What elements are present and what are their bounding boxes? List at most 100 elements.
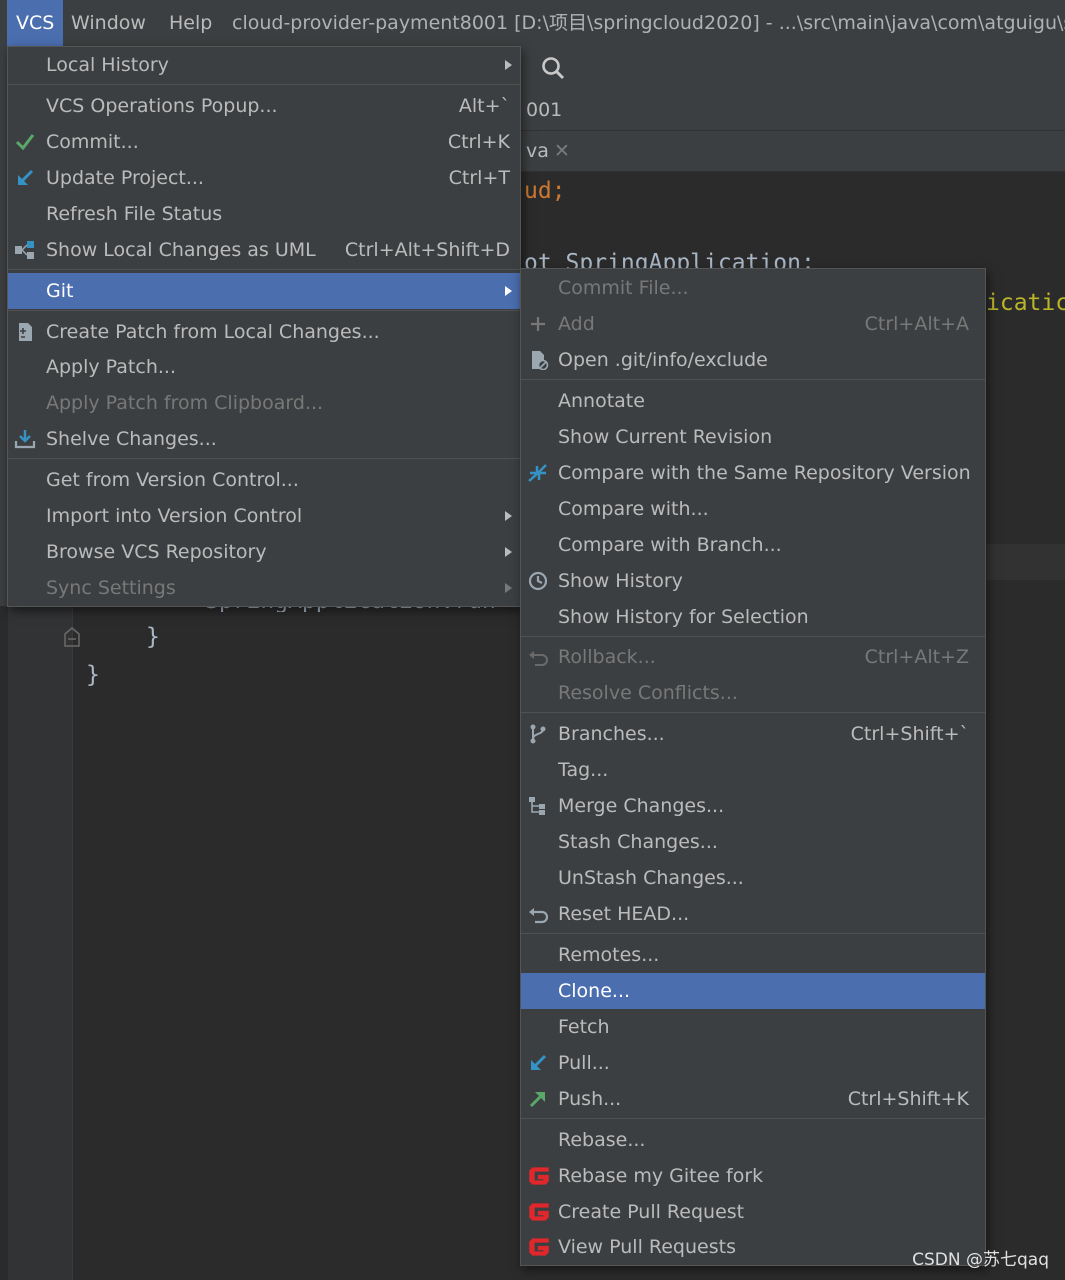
submenu-arrow-icon xyxy=(505,583,512,593)
submenu-arrow-icon xyxy=(505,547,512,557)
menu-item-show-history[interactable]: Show History xyxy=(521,563,985,599)
submenu-arrow-icon xyxy=(505,511,512,521)
branch-icon xyxy=(530,724,546,744)
merge-icon xyxy=(529,797,545,815)
menu-item-label: Import into Version Control xyxy=(46,505,303,527)
menu-item-label: Create Pull Request xyxy=(558,1201,745,1223)
menu-item-label: Add xyxy=(558,313,595,335)
menu-item-label: Show History xyxy=(558,570,683,592)
menu-item-fetch[interactable]: Fetch xyxy=(521,1009,985,1045)
menu-item-label: Merge Changes... xyxy=(558,795,725,817)
code-text: ot SpringApplication; xyxy=(524,250,815,268)
breadcrumb: 001 xyxy=(520,90,1065,131)
menu-item-reset-head[interactable]: Reset HEAD... xyxy=(521,896,985,932)
menu-item-remotes[interactable]: Remotes... xyxy=(521,937,985,973)
menu-item-compare-same-repository-version[interactable]: Compare with the Same Repository Version xyxy=(521,455,985,491)
menu-item-branches[interactable]: Branches... Ctrl+Shift+` xyxy=(521,716,985,752)
menu-window[interactable]: Window xyxy=(62,0,155,46)
shortcut: Ctrl+Shift+` xyxy=(850,723,969,745)
menu-item-compare-with[interactable]: Compare with... xyxy=(521,491,985,527)
close-icon[interactable]: ✕ xyxy=(554,131,570,171)
editor-tab[interactable]: va xyxy=(526,131,549,171)
menu-item-local-history[interactable]: Local History xyxy=(8,47,520,83)
menu-separator xyxy=(521,379,985,380)
menu-item-browse-vcs-repository[interactable]: Browse VCS Repository xyxy=(8,534,520,570)
menu-item-create-pull-request[interactable]: Create Pull Request xyxy=(521,1194,985,1230)
menu-item-apply-patch[interactable]: Apply Patch... xyxy=(8,349,520,385)
menu-item-create-patch[interactable]: Create Patch from Local Changes... xyxy=(8,314,520,350)
code-line: ot SpringApplication; xyxy=(524,250,815,268)
rollback-icon xyxy=(529,651,548,666)
menu-separator xyxy=(8,269,520,270)
menu-item-resolve-conflicts[interactable]: Resolve Conflicts... xyxy=(521,675,985,711)
shortcut: Ctrl+Alt+Z xyxy=(864,646,969,668)
menu-item-label: Annotate xyxy=(558,390,645,412)
menu-item-label: Refresh File Status xyxy=(46,203,223,225)
search-icon[interactable] xyxy=(540,55,566,81)
menu-item-rollback[interactable]: Rollback... Ctrl+Alt+Z xyxy=(521,639,985,675)
menu-item-label: Update Project... xyxy=(46,167,204,189)
menu-item-open-git-exclude[interactable]: Open .git/info/exclude xyxy=(521,342,985,378)
menu-item-annotate[interactable]: Annotate xyxy=(521,383,985,419)
menu-item-commit[interactable]: Commit... Ctrl+K xyxy=(8,124,520,160)
menu-item-sync-settings[interactable]: Sync Settings xyxy=(8,570,520,606)
menu-separator xyxy=(8,458,520,459)
menu-item-label: Commit File... xyxy=(558,277,689,299)
menu-item-show-history-selection[interactable]: Show History for Selection xyxy=(521,599,985,635)
menu-separator xyxy=(521,636,985,637)
gitee-logo-icon xyxy=(529,1167,549,1185)
menu-item-add[interactable]: Add Ctrl+Alt+A xyxy=(521,306,985,342)
menu-item-push[interactable]: Push... Ctrl+Shift+K xyxy=(521,1081,985,1117)
menu-item-label: Show Local Changes as UML xyxy=(46,239,316,261)
menu-item-label: Get from Version Control... xyxy=(46,469,299,491)
code-text: icatic xyxy=(986,290,1065,316)
menu-item-tag[interactable]: Tag... xyxy=(521,752,985,788)
menu-item-label: Compare with the Same Repository Version xyxy=(558,462,971,484)
gitee-logo-icon xyxy=(529,1203,549,1221)
submenu-arrow-icon xyxy=(505,286,512,296)
menu-item-get-from-version-control[interactable]: Get from Version Control... xyxy=(8,462,520,498)
uml-diagram-icon xyxy=(15,241,34,259)
menu-item-label: Resolve Conflicts... xyxy=(558,682,738,704)
code-brace: } xyxy=(146,624,160,650)
menu-separator xyxy=(521,1118,985,1119)
ignore-file-icon xyxy=(532,351,549,370)
breadcrumb-text[interactable]: 001 xyxy=(526,90,562,130)
menu-separator xyxy=(521,933,985,934)
git-submenu: Commit File... Add Ctrl+Alt+A Open .git/… xyxy=(520,268,986,1266)
menu-item-merge-changes[interactable]: Merge Changes... xyxy=(521,788,985,824)
shortcut: Ctrl+Alt+A xyxy=(864,313,969,335)
caret-line-highlight xyxy=(984,544,1065,580)
menu-item-label: Stash Changes... xyxy=(558,831,718,853)
menu-item-shelve-changes[interactable]: Shelve Changes... xyxy=(8,421,520,457)
plus-icon xyxy=(531,317,545,331)
shortcut: Ctrl+T xyxy=(448,167,510,189)
menu-item-pull[interactable]: Pull... xyxy=(521,1045,985,1081)
menu-item-unstash-changes[interactable]: UnStash Changes... xyxy=(521,860,985,896)
menu-item-compare-with-branch[interactable]: Compare with Branch... xyxy=(521,527,985,563)
fold-icon[interactable] xyxy=(63,626,81,648)
menu-item-label: Create Patch from Local Changes... xyxy=(46,321,380,343)
menu-item-show-current-revision[interactable]: Show Current Revision xyxy=(521,419,985,455)
menu-item-show-local-changes-uml[interactable]: Show Local Changes as UML Ctrl+Alt+Shift… xyxy=(8,232,520,268)
menu-item-import-into-version-control[interactable]: Import into Version Control xyxy=(8,498,520,534)
menu-item-stash-changes[interactable]: Stash Changes... xyxy=(521,824,985,860)
shortcut: Ctrl+Shift+K xyxy=(847,1088,969,1110)
menu-item-commit-file[interactable]: Commit File... xyxy=(521,270,985,306)
code-line: ud; xyxy=(524,178,566,204)
menu-item-update-project[interactable]: Update Project... Ctrl+T xyxy=(8,160,520,196)
menu-item-git[interactable]: Git xyxy=(8,273,520,309)
menu-item-refresh-file-status[interactable]: Refresh File Status xyxy=(8,196,520,232)
menu-item-rebase[interactable]: Rebase... xyxy=(521,1122,985,1158)
menu-vcs[interactable]: VCS xyxy=(7,0,64,46)
code-line: icatic xyxy=(986,290,1065,316)
menu-item-apply-patch-clipboard[interactable]: Apply Patch from Clipboard... xyxy=(8,385,520,421)
menu-item-clone[interactable]: Clone... xyxy=(521,973,985,1009)
menu-item-label: Pull... xyxy=(558,1052,610,1074)
menu-help[interactable]: Help xyxy=(160,0,221,46)
compare-arrows-icon xyxy=(528,464,547,482)
menu-item-label: Fetch xyxy=(558,1016,610,1038)
menu-item-label: View Pull Requests xyxy=(558,1236,736,1258)
menu-item-vcs-operations-popup[interactable]: VCS Operations Popup... Alt+` xyxy=(8,88,520,124)
menu-item-rebase-gitee-fork[interactable]: Rebase my Gitee fork xyxy=(521,1158,985,1194)
